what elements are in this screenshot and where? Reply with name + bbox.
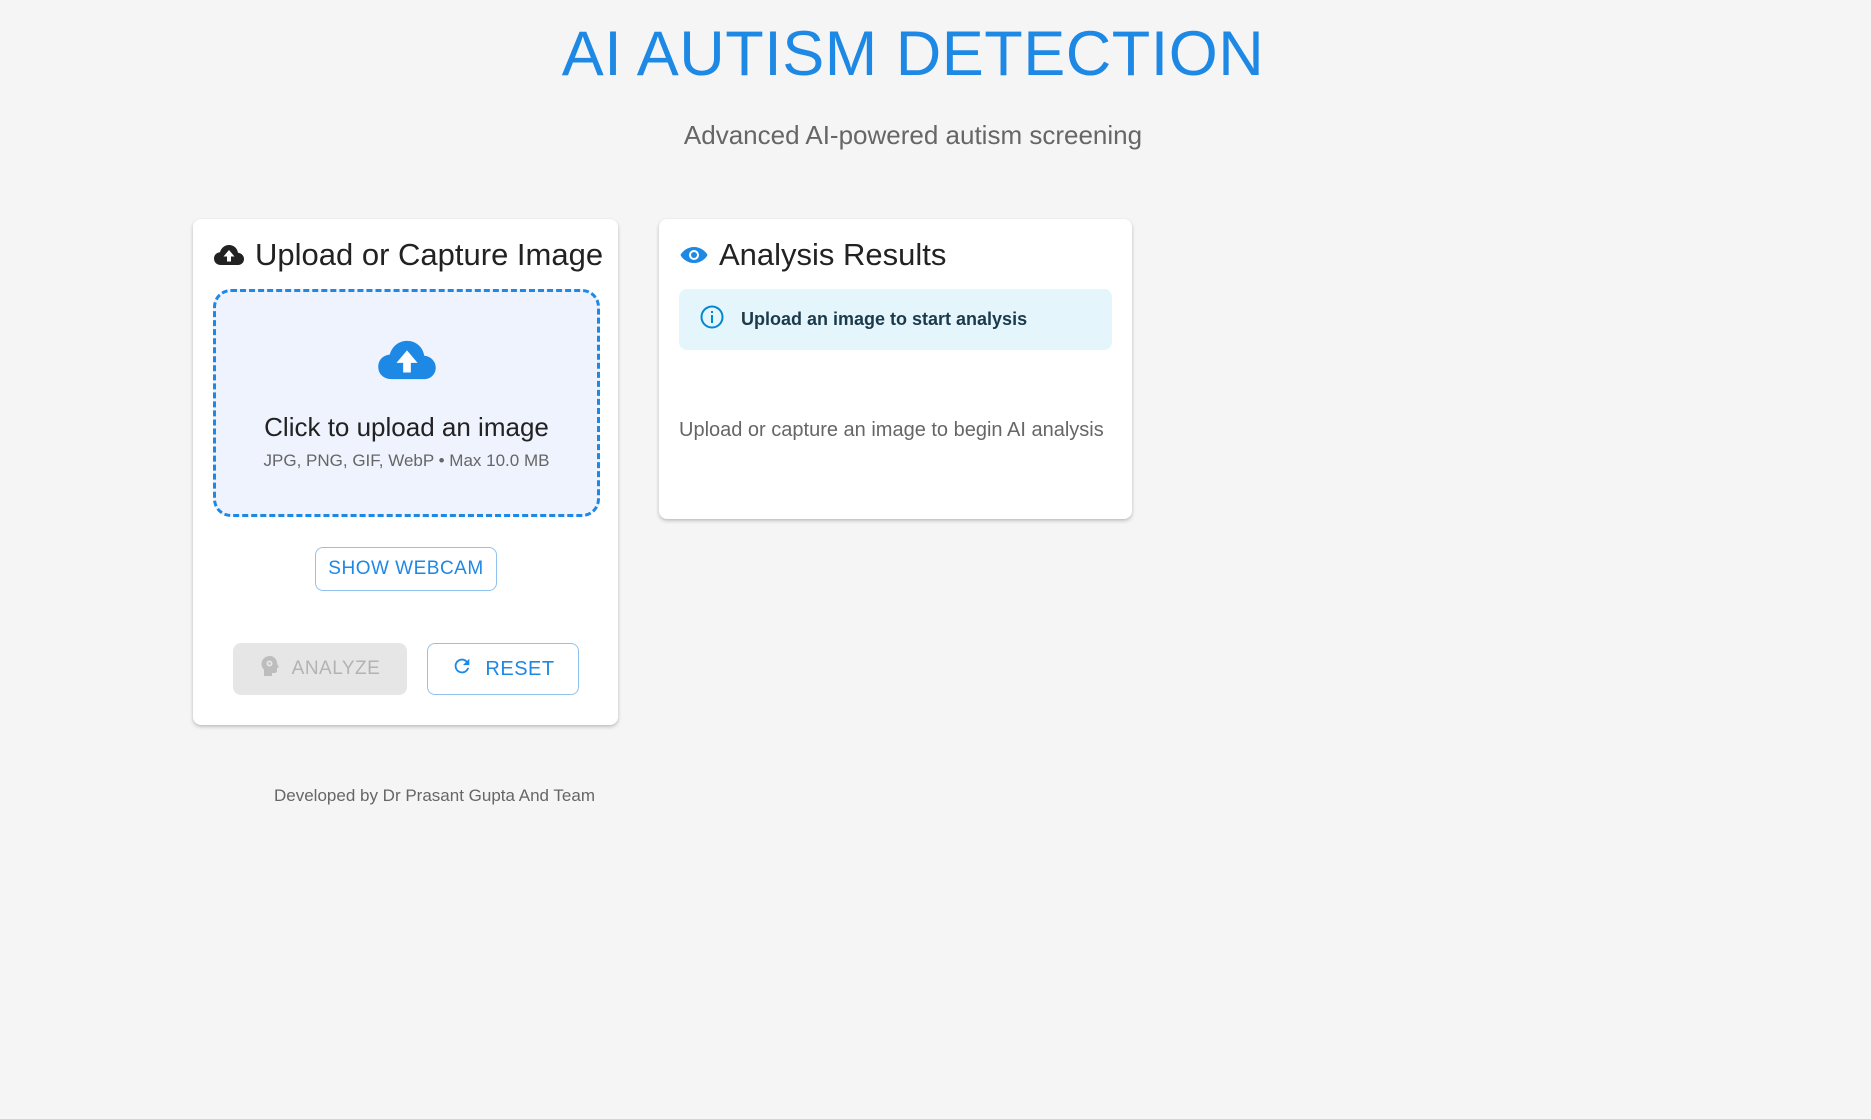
page-subtitle: Advanced AI-powered autism screening bbox=[683, 120, 1143, 150]
show-webcam-label: SHOW WEBCAM bbox=[328, 558, 484, 579]
results-card-title: Analysis Results bbox=[719, 237, 947, 272]
page-title: AI AUTISM DETECTION bbox=[561, 19, 1265, 89]
info-alert: Upload an image to start analysis bbox=[679, 289, 1112, 350]
results-empty-text: Upload or capture an image to begin AI a… bbox=[679, 419, 1104, 441]
psychology-icon bbox=[260, 655, 280, 683]
upload-card: Upload or Capture Image Click to upload … bbox=[193, 219, 618, 725]
upload-card-title: Upload or Capture Image bbox=[255, 237, 604, 272]
upload-dropzone[interactable]: Click to upload an image JPG, PNG, GIF, … bbox=[213, 289, 600, 517]
reset-label: RESET bbox=[485, 657, 555, 680]
refresh-icon bbox=[451, 655, 473, 683]
upload-card-header: Upload or Capture Image bbox=[213, 237, 603, 273]
results-card-header: Analysis Results bbox=[679, 237, 946, 273]
results-card: Analysis Results Upload an image to star… bbox=[659, 219, 1132, 519]
cloud-upload-icon bbox=[376, 337, 438, 388]
reset-button[interactable]: RESET bbox=[427, 643, 579, 695]
page: AI AUTISM DETECTION Advanced AI-powered … bbox=[0, 0, 1871, 1119]
footer-credit: Developed by Dr Prasant Gupta And Team bbox=[274, 786, 595, 805]
eye-icon bbox=[679, 244, 709, 266]
dropzone-main-text: Click to upload an image bbox=[264, 412, 549, 442]
analyze-button[interactable]: ANALYZE bbox=[233, 643, 407, 695]
info-icon bbox=[699, 304, 725, 335]
cloud-upload-icon bbox=[213, 243, 245, 267]
dropzone-format-hint: JPG, PNG, GIF, WebP • Max 10.0 MB bbox=[263, 451, 550, 470]
analyze-label: ANALYZE bbox=[291, 658, 381, 679]
info-alert-text: Upload an image to start analysis bbox=[741, 309, 1028, 329]
show-webcam-button[interactable]: SHOW WEBCAM bbox=[315, 547, 497, 591]
